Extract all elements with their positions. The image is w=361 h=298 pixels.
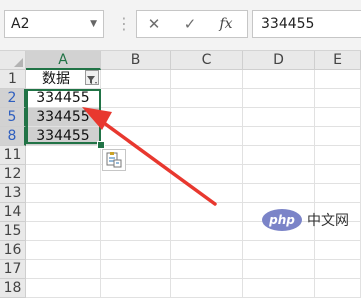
cell[interactable] bbox=[315, 260, 361, 279]
cell[interactable] bbox=[243, 279, 315, 298]
watermark: php 中文网 bbox=[262, 209, 349, 231]
php-logo: php bbox=[262, 209, 302, 231]
row-header[interactable]: 18 bbox=[0, 279, 26, 298]
cell[interactable] bbox=[171, 279, 243, 298]
cell[interactable] bbox=[243, 260, 315, 279]
row-header[interactable]: 17 bbox=[0, 260, 26, 279]
cell-a[interactable] bbox=[26, 279, 101, 298]
cell[interactable] bbox=[171, 260, 243, 279]
cell-a[interactable] bbox=[26, 260, 101, 279]
cell[interactable] bbox=[101, 260, 171, 279]
cell[interactable] bbox=[315, 279, 361, 298]
watermark-text: 中文网 bbox=[307, 213, 349, 229]
cell[interactable] bbox=[101, 279, 171, 298]
